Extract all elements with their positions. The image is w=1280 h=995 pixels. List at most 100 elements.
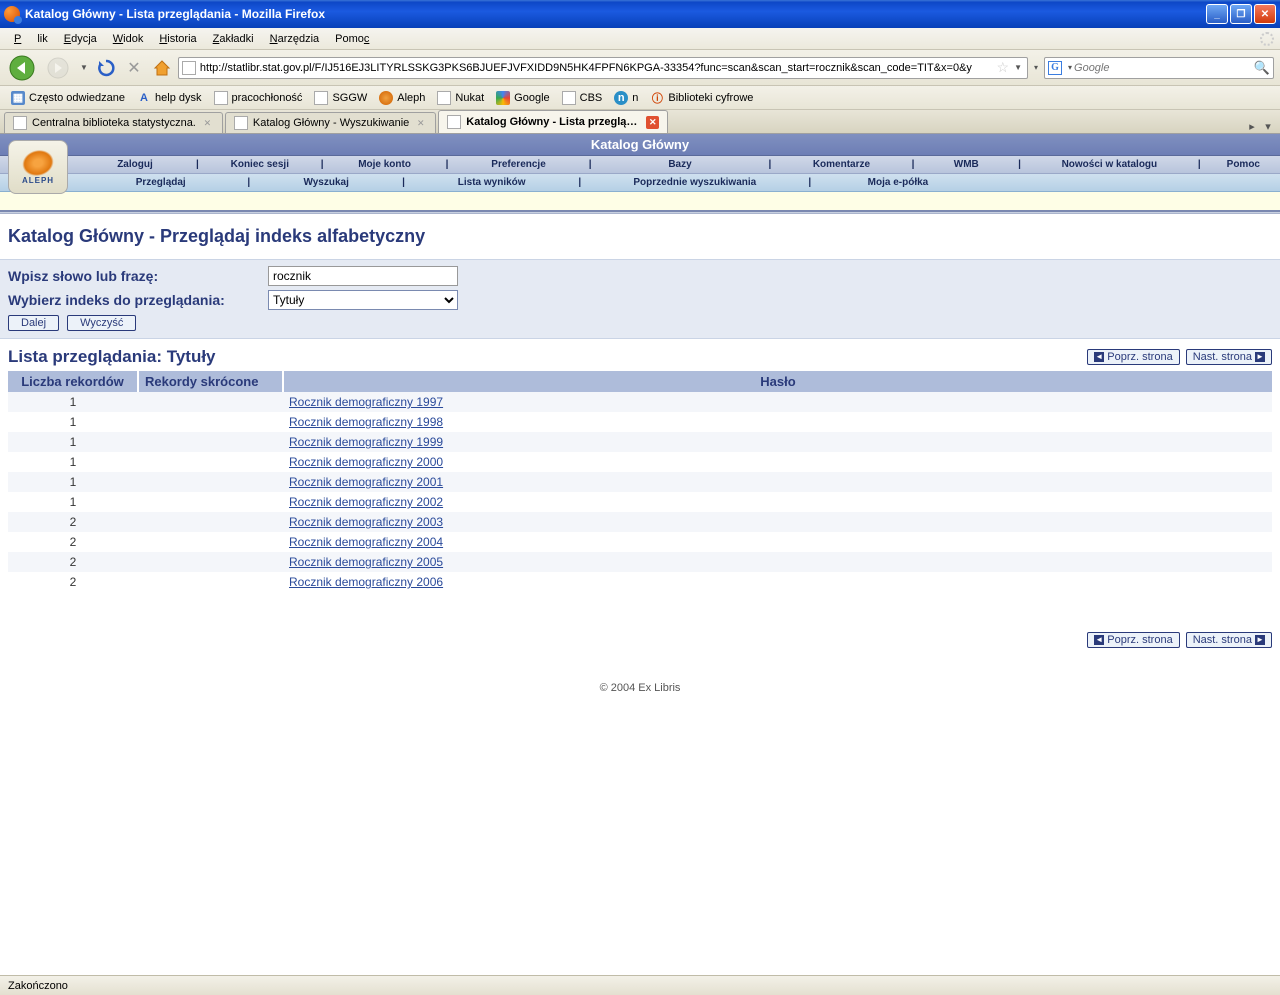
nav-nowosci[interactable]: Nowości w katalogu [1027, 156, 1192, 173]
tab-close-icon[interactable]: ✕ [201, 117, 214, 130]
url-input[interactable] [200, 62, 994, 74]
nav-bazy[interactable]: Bazy [598, 156, 763, 173]
table-row: 2 Rocznik demograficzny 2006 [8, 572, 1272, 592]
entry-link[interactable]: Rocznik demograficzny 1997 [289, 395, 443, 409]
nav-lista-wynikow[interactable]: Lista wyników [411, 174, 572, 191]
tab-close-icon[interactable]: ✕ [646, 116, 659, 129]
status-text: Zakończono [8, 980, 68, 992]
bookmark-czesto[interactable]: ▦Często odwiedzane [6, 89, 130, 107]
menu-tools[interactable]: Narzędzia [262, 31, 328, 47]
nav-pomoc[interactable]: Pomoc [1207, 156, 1280, 173]
tab-favicon-icon [234, 116, 248, 130]
history-dropdown-icon[interactable]: ▼ [78, 63, 90, 72]
bookmark-nukat[interactable]: Nukat [432, 89, 489, 107]
menu-help[interactable]: Pomoc [327, 31, 377, 47]
tab-lista-przegladania[interactable]: Katalog Główny - Lista przegląda... ✕ [438, 110, 668, 133]
aleph-swirl-icon [19, 146, 57, 179]
nav-wmb[interactable]: WMB [920, 156, 1012, 173]
entry-link[interactable]: Rocznik demograficzny 2003 [289, 515, 443, 529]
phrase-input[interactable] [268, 266, 458, 286]
entry-link[interactable]: Rocznik demograficzny 2005 [289, 555, 443, 569]
aleph-logo[interactable]: ALEPH [8, 140, 68, 194]
tab-centralna[interactable]: Centralna biblioteka statystyczna. ✕ [4, 112, 223, 133]
close-button[interactable]: ✕ [1254, 4, 1276, 24]
nav-komentarze[interactable]: Komentarze [777, 156, 905, 173]
nav-row-2: Przeglądaj| Wyszukaj| Lista wyników| Pop… [0, 174, 1280, 192]
entry-link[interactable]: Rocznik demograficzny 2002 [289, 495, 443, 509]
bookmark-sggw[interactable]: SGGW [309, 89, 372, 107]
entry-link[interactable]: Rocznik demograficzny 2004 [289, 535, 443, 549]
clear-button[interactable]: Wyczyść [67, 315, 136, 331]
go-button[interactable]: Dalej [8, 315, 59, 331]
activity-throbber-icon [1260, 32, 1274, 46]
minimize-button[interactable]: _ [1206, 4, 1228, 24]
cell-count: 1 [8, 492, 138, 512]
cell-short [138, 552, 283, 572]
cell-count: 2 [8, 572, 138, 592]
n-icon: n [614, 91, 628, 105]
cell-entry: Rocznik demograficzny 1999 [283, 432, 1272, 452]
cell-entry: Rocznik demograficzny 1997 [283, 392, 1272, 412]
bookmark-cbs[interactable]: CBS [557, 89, 608, 107]
cell-entry: Rocznik demograficzny 2006 [283, 572, 1272, 592]
cell-entry: Rocznik demograficzny 2003 [283, 512, 1272, 532]
menu-bookmarks[interactable]: Zakładki [205, 31, 262, 47]
index-select[interactable]: Tytuły [268, 290, 458, 310]
search-bar[interactable]: G ▾ 🔍 [1044, 57, 1274, 79]
bookmark-google[interactable]: Google [491, 89, 554, 107]
prev-page-button-bottom[interactable]: ◄Poprz. strona [1087, 632, 1179, 648]
nav-koniec-sesji[interactable]: Koniec sesji [205, 156, 315, 173]
url-bar[interactable]: ☆ ▼ [178, 57, 1028, 79]
entry-link[interactable]: Rocznik demograficzny 2006 [289, 575, 443, 589]
cell-short [138, 432, 283, 452]
entry-link[interactable]: Rocznik demograficzny 1998 [289, 415, 443, 429]
table-row: 2Rocznik demograficzny 2003 [8, 512, 1272, 532]
reload-button[interactable] [94, 56, 118, 80]
browse-form: Wpisz słowo lub frazę: Wybierz indeks do… [0, 259, 1280, 339]
bookmark-n[interactable]: nn [609, 89, 643, 107]
menu-file[interactable]: Plik [6, 31, 56, 47]
new-tab-button[interactable]: ▸ [1244, 120, 1260, 133]
entry-link[interactable]: Rocznik demograficzny 2000 [289, 455, 443, 469]
nav-moje-konto[interactable]: Moje konto [330, 156, 440, 173]
prev-page-button[interactable]: ◄Poprz. strona [1087, 349, 1179, 365]
navigation-toolbar: ▼ ✕ ☆ ▼ ▾ G ▾ 🔍 [0, 50, 1280, 86]
list-tabs-button[interactable]: ▾ [1260, 120, 1276, 133]
home-button[interactable] [150, 56, 174, 80]
stop-button[interactable]: ✕ [122, 56, 146, 80]
menu-edit[interactable]: Edycja [56, 31, 105, 47]
arrow-left-icon: ◄ [1094, 635, 1104, 645]
url-dropdown-icon[interactable]: ▼ [1012, 63, 1024, 72]
bookmark-biblioteki[interactable]: ⓘBiblioteki cyfrowe [645, 89, 758, 107]
tab-close-icon[interactable]: ✕ [414, 117, 427, 130]
search-go-icon[interactable]: 🔍 [1254, 60, 1270, 76]
search-input[interactable] [1074, 62, 1254, 74]
nav-moja-epolka[interactable]: Moja e-półka [817, 174, 978, 191]
maximize-button[interactable]: ❐ [1230, 4, 1252, 24]
nav-poprzednie[interactable]: Poprzednie wyszukiwania [587, 174, 802, 191]
cell-count: 2 [8, 552, 138, 572]
entry-link[interactable]: Rocznik demograficzny 1999 [289, 435, 443, 449]
tab-wyszukiwanie[interactable]: Katalog Główny - Wyszukiwanie ✕ [225, 112, 436, 133]
back-button[interactable] [6, 53, 38, 83]
search-engine-icon[interactable]: G [1048, 61, 1062, 75]
nav-preferencje[interactable]: Preferencje [454, 156, 582, 173]
search-engine-dropdown-icon[interactable]: ▾ [1066, 63, 1074, 72]
forward-button[interactable] [42, 53, 74, 83]
entry-link[interactable]: Rocznik demograficzny 2001 [289, 475, 443, 489]
th-entry: Hasło [283, 371, 1272, 392]
bookmark-pracochlonosc[interactable]: pracochłoność [209, 89, 308, 107]
nav-przegladaj[interactable]: Przeglądaj [80, 174, 241, 191]
table-row: 1Rocznik demograficzny 1997 [8, 392, 1272, 412]
next-page-button-bottom[interactable]: Nast. strona► [1186, 632, 1272, 648]
bookmark-helpdysk[interactable]: Ahelp dysk [132, 89, 206, 107]
bookmark-aleph[interactable]: Aleph [374, 89, 430, 107]
nav-zaloguj[interactable]: Zaloguj [80, 156, 190, 173]
next-page-button[interactable]: Nast. strona► [1186, 349, 1272, 365]
url-history-icon[interactable]: ▾ [1032, 63, 1040, 72]
menu-history[interactable]: Historia [151, 31, 204, 47]
bookmark-star-icon[interactable]: ☆ [994, 59, 1013, 76]
menu-view[interactable]: Widok [105, 31, 152, 47]
label-phrase: Wpisz słowo lub frazę: [8, 268, 262, 284]
nav-wyszukaj[interactable]: Wyszukaj [256, 174, 396, 191]
